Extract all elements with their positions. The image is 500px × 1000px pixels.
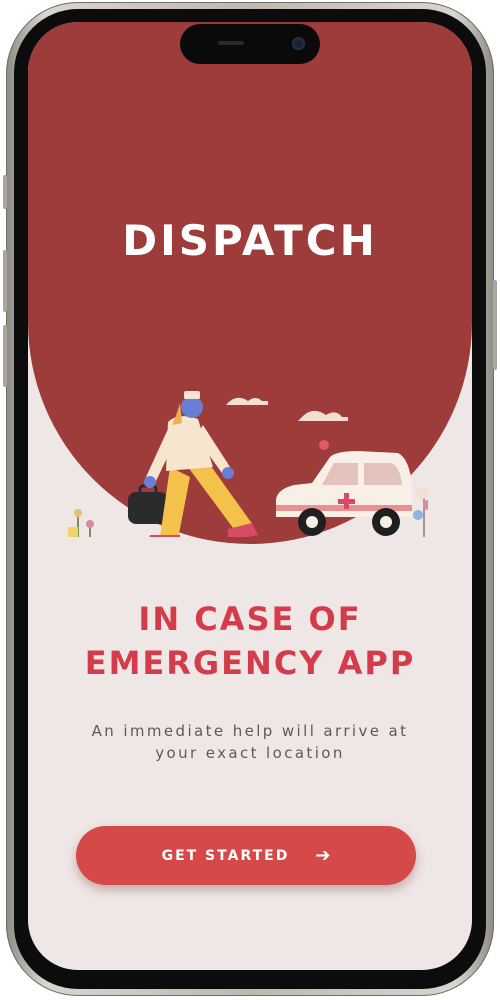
medical-bag-icon (128, 484, 168, 524)
camera-icon (292, 37, 305, 50)
onboarding-headline: IN CASE OF EMERGENCY APP (28, 597, 472, 685)
side-button (3, 250, 7, 312)
side-button (3, 175, 7, 209)
app-screen: DISPATCH IN CASE OF EMERGENCY APP An imm… (28, 22, 472, 970)
headline-line: IN CASE OF (138, 600, 362, 638)
arrow-right-icon: ➔ (315, 845, 331, 866)
balloon-icon (413, 487, 428, 537)
onboarding-subtitle: An immediate help will arrive at your ex… (68, 720, 432, 764)
app-brand-title: DISPATCH (122, 216, 378, 265)
speaker-icon (218, 41, 244, 45)
plant-icon (68, 509, 94, 537)
side-button (493, 280, 497, 370)
paramedic-ambulance-illustration (68, 391, 428, 537)
cloud-icon (222, 397, 268, 405)
side-button (3, 325, 7, 387)
ambulance-icon (276, 440, 412, 536)
headline-line: EMERGENCY APP (84, 644, 416, 682)
get-started-button[interactable]: GET STARTED ➔ (76, 826, 416, 885)
get-started-label: GET STARTED (161, 847, 290, 864)
cloud-icon (298, 410, 348, 421)
subtitle-line: your exact location (155, 744, 345, 762)
dynamic-island (180, 24, 320, 64)
subtitle-line: An immediate help will arrive at (91, 722, 409, 740)
